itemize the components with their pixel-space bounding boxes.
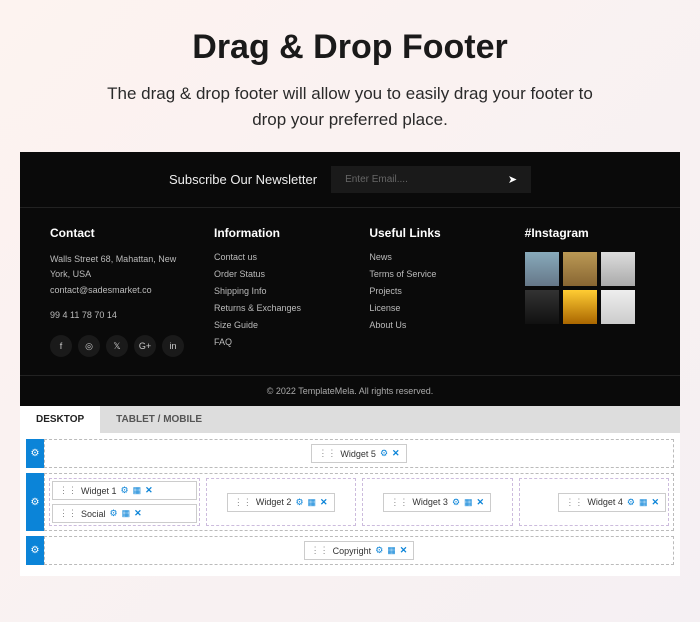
close-icon[interactable]: ✕ <box>134 508 142 519</box>
instagram-column: #Instagram <box>525 226 650 357</box>
info-link[interactable]: Order Status <box>214 269 339 279</box>
row-settings-handle[interactable]: ⚙ <box>26 473 44 531</box>
gear-icon[interactable]: ⚙ <box>295 497 303 508</box>
drag-icon[interactable]: ⋮⋮ <box>390 497 408 508</box>
widget-label: Widget 5 <box>340 449 376 459</box>
gear-icon[interactable]: ⚙ <box>452 497 460 508</box>
drag-icon[interactable]: ⋮⋮ <box>311 545 329 556</box>
copyright-text: © 2022 TemplateMela. All rights reserved… <box>20 375 680 406</box>
gear-icon[interactable]: ⚙ <box>627 497 635 508</box>
useful-link[interactable]: Projects <box>369 286 494 296</box>
widget-block[interactable]: ⋮⋮ Widget 4 ⚙ ▦ ✕ <box>558 493 666 512</box>
duplicate-icon[interactable]: ▦ <box>308 497 317 508</box>
useful-links-column: Useful Links News Terms of Service Proje… <box>369 226 494 357</box>
useful-link[interactable]: News <box>369 252 494 262</box>
widget-label: Widget 3 <box>412 497 448 507</box>
widget-label: Widget 4 <box>587 497 623 507</box>
newsletter-bar: Subscribe Our Newsletter Enter Email....… <box>20 152 680 208</box>
information-heading: Information <box>214 226 339 240</box>
page-description: The drag & drop footer will allow you to… <box>90 81 610 132</box>
close-icon[interactable]: ✕ <box>400 545 408 556</box>
builder-row: ⚙ ⋮⋮ Copyright ⚙ ▦ ✕ <box>26 536 674 565</box>
twitter-icon[interactable]: 𝕏 <box>106 335 128 357</box>
instagram-thumb[interactable] <box>525 252 559 286</box>
info-link[interactable]: Shipping Info <box>214 286 339 296</box>
widget-block[interactable]: ⋮⋮ Widget 3 ⚙ ▦ ✕ <box>383 493 491 512</box>
instagram-thumb[interactable] <box>601 290 635 324</box>
close-icon[interactable]: ✕ <box>145 485 153 496</box>
newsletter-form[interactable]: Enter Email.... ➤ <box>331 166 531 193</box>
information-column: Information Contact us Order Status Ship… <box>214 226 339 357</box>
builder-row: ⚙ ⋮⋮ Widget 5 ⚙ ✕ <box>26 439 674 468</box>
linkedin-icon[interactable]: in <box>162 335 184 357</box>
info-link[interactable]: Contact us <box>214 252 339 262</box>
contact-email: contact@sadesmarket.co <box>50 283 184 298</box>
instagram-thumb[interactable] <box>525 290 559 324</box>
gear-icon[interactable]: ⚙ <box>121 485 129 496</box>
email-input[interactable]: Enter Email.... <box>345 174 408 185</box>
instagram-icon[interactable]: ◎ <box>78 335 100 357</box>
widget-block[interactable]: ⋮⋮ Widget 2 ⚙ ▦ ✕ <box>227 493 335 512</box>
page-title: Drag & Drop Footer <box>20 28 680 67</box>
widget-label: Widget 1 <box>81 486 117 496</box>
drag-icon[interactable]: ⋮⋮ <box>59 508 77 519</box>
close-icon[interactable]: ✕ <box>392 448 400 459</box>
info-link[interactable]: Returns & Exchanges <box>214 303 339 313</box>
drag-icon[interactable]: ⋮⋮ <box>234 497 252 508</box>
newsletter-title: Subscribe Our Newsletter <box>169 172 317 187</box>
row-settings-handle[interactable]: ⚙ <box>26 439 44 468</box>
tab-tablet-mobile[interactable]: TABLET / MOBILE <box>100 406 218 433</box>
widget-block[interactable]: ⋮⋮ Social ⚙ ▦ ✕ <box>52 504 197 523</box>
info-link[interactable]: FAQ <box>214 337 339 347</box>
row-settings-handle[interactable]: ⚙ <box>26 536 44 565</box>
footer-preview: Subscribe Our Newsletter Enter Email....… <box>20 152 680 406</box>
google-plus-icon[interactable]: G+ <box>134 335 156 357</box>
device-tabs: DESKTOP TABLET / MOBILE <box>20 406 680 433</box>
widget-label: Copyright <box>333 546 372 556</box>
instagram-thumb[interactable] <box>563 290 597 324</box>
contact-column: Contact Walls Street 68, Mahattan, New Y… <box>50 226 184 357</box>
drag-icon[interactable]: ⋮⋮ <box>565 497 583 508</box>
footer-builder: DESKTOP TABLET / MOBILE ⚙ ⋮⋮ Widget 5 ⚙ … <box>20 406 680 576</box>
duplicate-icon[interactable]: ▦ <box>464 497 473 508</box>
close-icon[interactable]: ✕ <box>477 497 485 508</box>
tab-desktop[interactable]: DESKTOP <box>20 406 100 433</box>
widget-label: Widget 2 <box>256 497 292 507</box>
widget-block[interactable]: ⋮⋮ Copyright ⚙ ▦ ✕ <box>304 541 415 560</box>
close-icon[interactable]: ✕ <box>320 497 328 508</box>
drag-icon[interactable]: ⋮⋮ <box>59 485 77 496</box>
duplicate-icon[interactable]: ▦ <box>639 497 648 508</box>
widget-block[interactable]: ⋮⋮ Widget 5 ⚙ ✕ <box>311 444 406 463</box>
send-icon[interactable]: ➤ <box>508 173 517 186</box>
duplicate-icon[interactable]: ▦ <box>387 545 396 556</box>
facebook-icon[interactable]: f <box>50 335 72 357</box>
drag-icon[interactable]: ⋮⋮ <box>318 448 336 459</box>
useful-heading: Useful Links <box>369 226 494 240</box>
builder-row: ⚙ ⋮⋮ Widget 1 ⚙ ▦ ✕ ⋮⋮ Social <box>26 473 674 531</box>
duplicate-icon[interactable]: ▦ <box>133 485 142 496</box>
contact-heading: Contact <box>50 226 184 240</box>
instagram-heading: #Instagram <box>525 226 650 240</box>
contact-address: Walls Street 68, Mahattan, New York, USA <box>50 252 184 283</box>
useful-link[interactable]: License <box>369 303 494 313</box>
instagram-thumb[interactable] <box>563 252 597 286</box>
instagram-thumb[interactable] <box>601 252 635 286</box>
duplicate-icon[interactable]: ▦ <box>122 508 131 519</box>
gear-icon[interactable]: ⚙ <box>375 545 383 556</box>
widget-label: Social <box>81 509 106 519</box>
close-icon[interactable]: ✕ <box>651 497 659 508</box>
useful-link[interactable]: About Us <box>369 320 494 330</box>
useful-link[interactable]: Terms of Service <box>369 269 494 279</box>
info-link[interactable]: Size Guide <box>214 320 339 330</box>
gear-icon[interactable]: ⚙ <box>110 508 118 519</box>
widget-block[interactable]: ⋮⋮ Widget 1 ⚙ ▦ ✕ <box>52 481 197 500</box>
contact-phone: 99 4 11 78 70 14 <box>50 308 184 323</box>
gear-icon[interactable]: ⚙ <box>380 448 388 459</box>
